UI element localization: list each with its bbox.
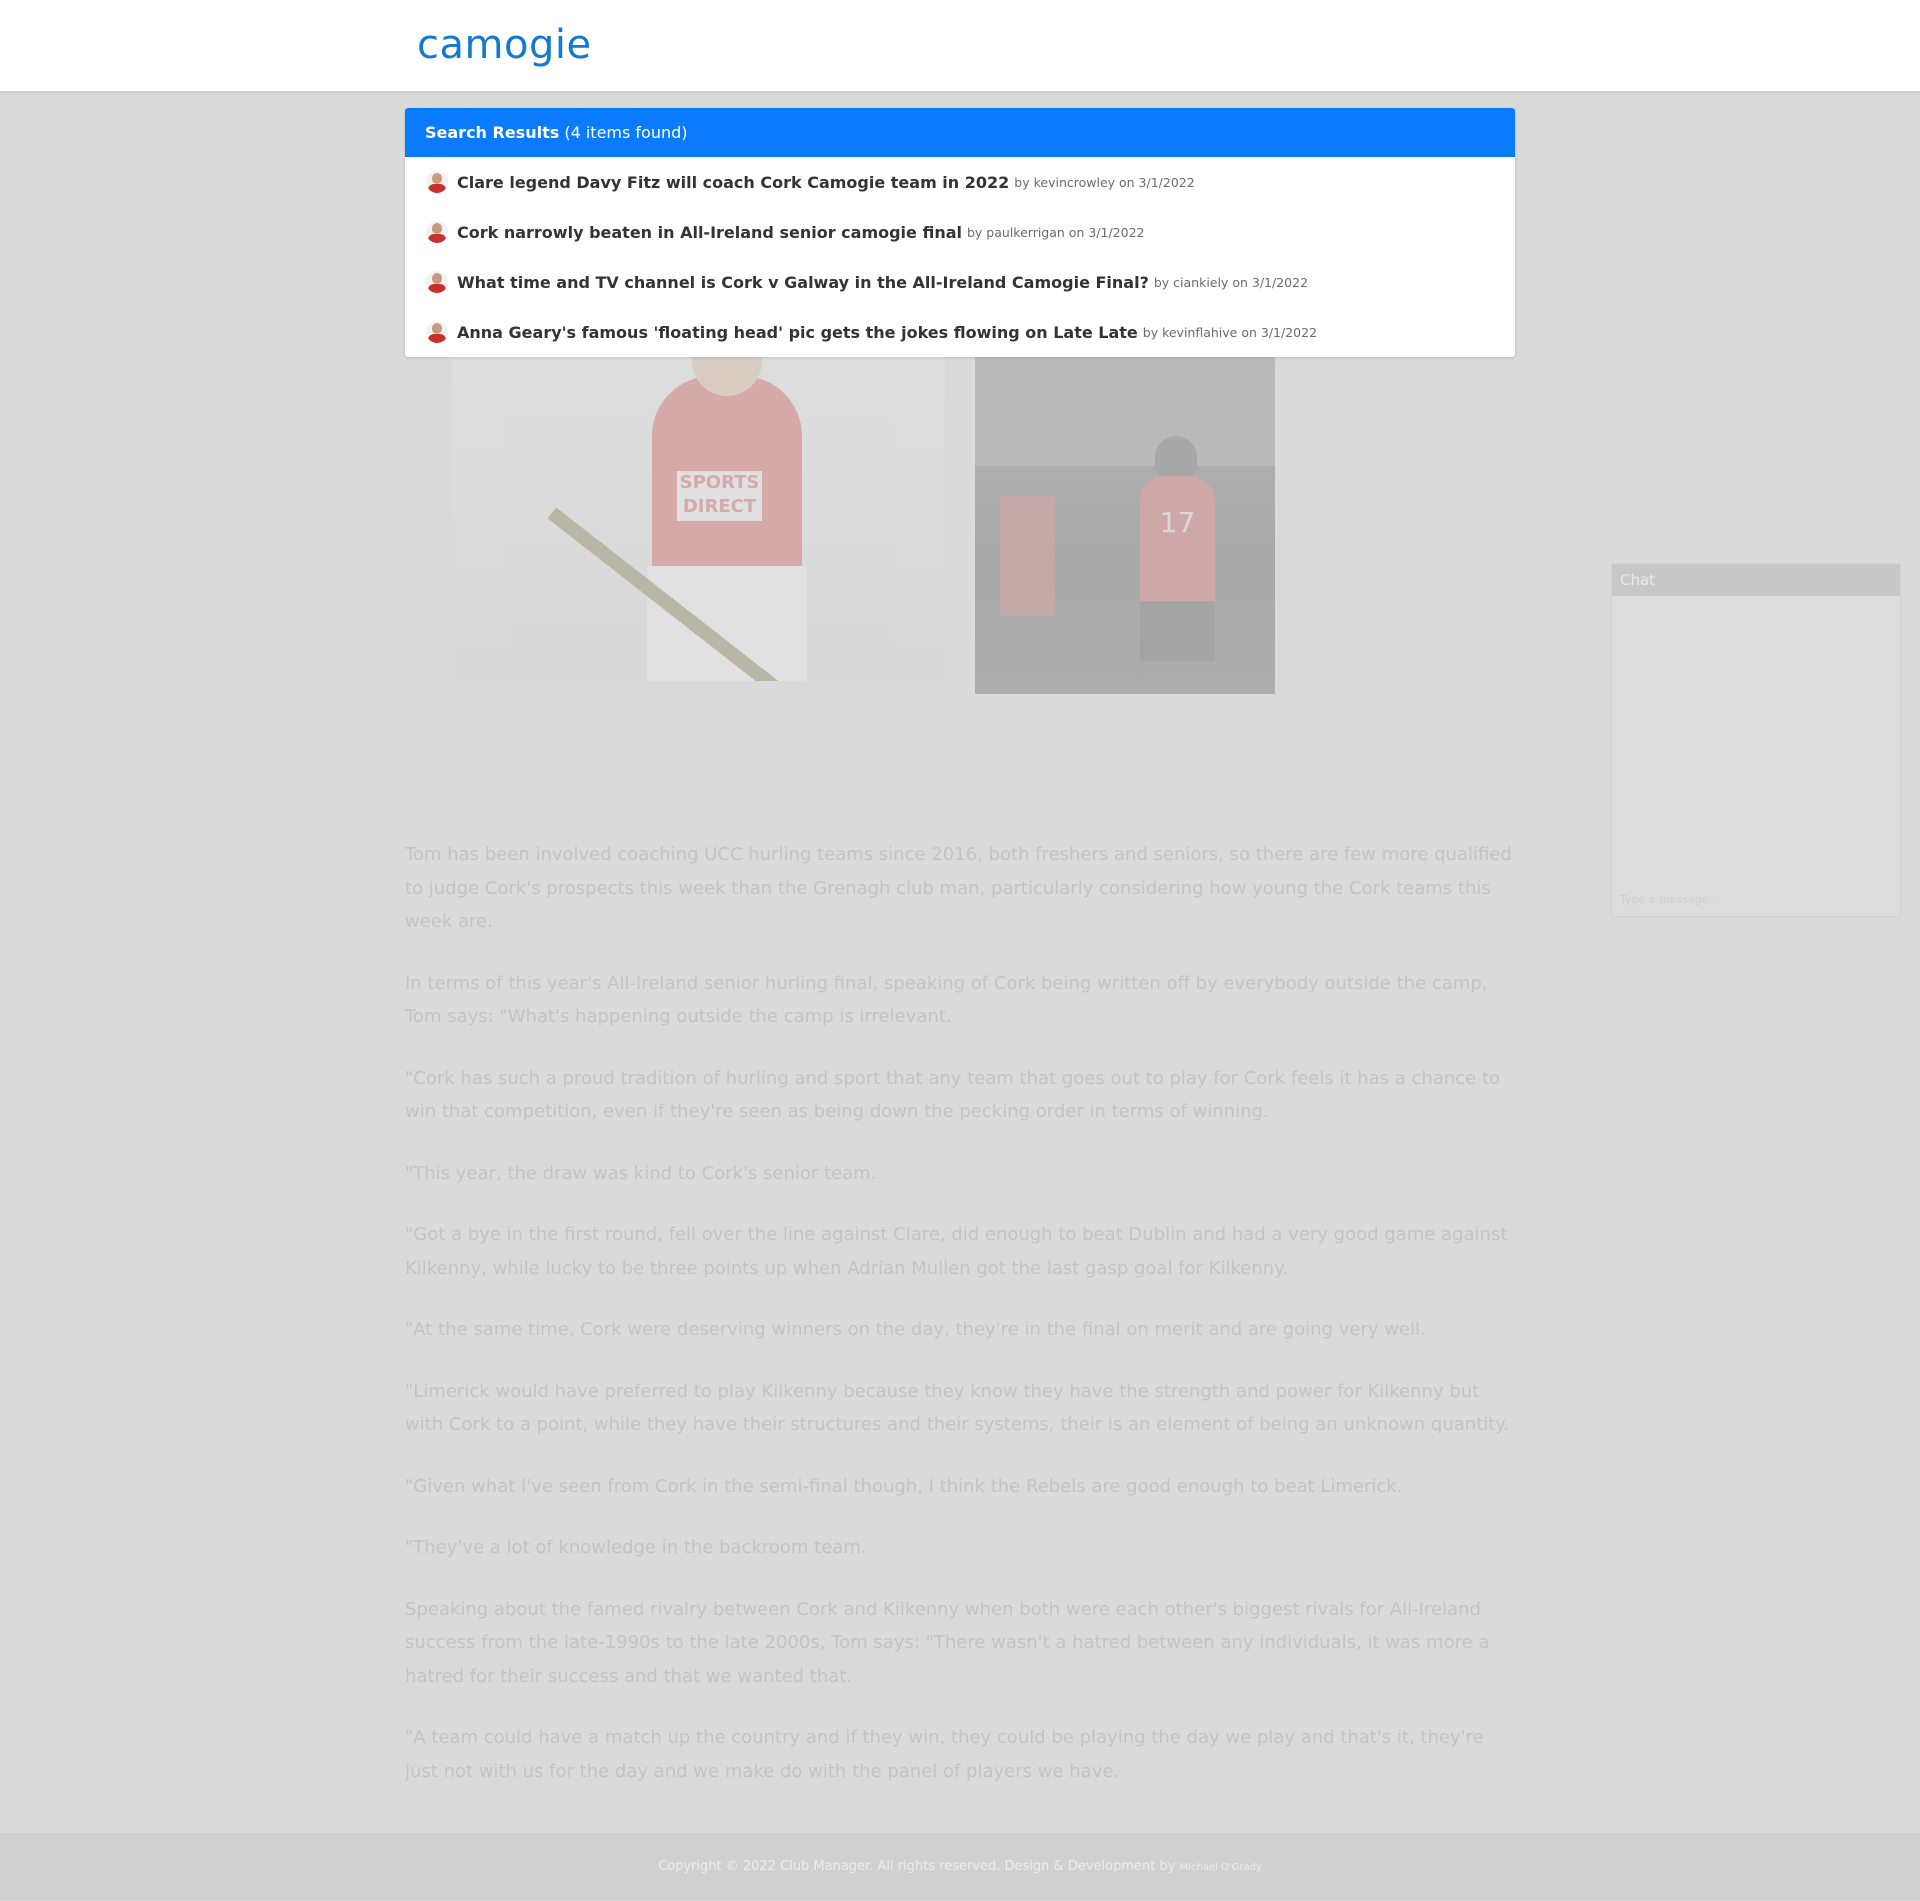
chat-message-input[interactable]: Type a message... (1620, 893, 1719, 906)
search-result-title[interactable]: Cork narrowly beaten in All-Ireland seni… (457, 223, 962, 242)
author-avatar (426, 321, 448, 343)
player-shorts (647, 566, 807, 681)
article-paragraph: "Limerick would have preferred to play K… (405, 1380, 1510, 1436)
article-paragraph: Tom has been involved coaching UCC hurli… (405, 844, 1512, 932)
search-results-header: Search Results (4 items found) (405, 108, 1515, 157)
search-results-panel: Search Results (4 items found) Clare leg… (405, 108, 1515, 357)
author-avatar (426, 221, 448, 243)
chat-title[interactable]: Chat (1612, 564, 1900, 596)
jersey-sponsor: SPORTS DIRECT (677, 471, 762, 521)
article-body: Tom has been involved coaching UCC hurli… (405, 838, 1515, 1816)
search-result-title[interactable]: Clare legend Davy Fitz will coach Cork C… (457, 173, 1009, 192)
jersey-number: 17 (1159, 506, 1196, 539)
player-shorts (1140, 601, 1215, 661)
top-navbar: camogie (0, 0, 1920, 92)
stadium-stand (975, 356, 1275, 466)
chat-panel: Chat Type a message... (1611, 563, 1901, 917)
player-figure (1000, 496, 1055, 616)
search-result-item[interactable]: Clare legend Davy Fitz will coach Cork C… (405, 157, 1515, 207)
search-result-meta: by kevincrowley on 3/1/2022 (1014, 174, 1195, 190)
article-image-1: SPORTS DIRECT (452, 356, 945, 681)
search-results-list: Clare legend Davy Fitz will coach Cork C… (405, 157, 1515, 357)
footer: Copyright © 2022 Club Manager. All right… (0, 1833, 1920, 1900)
search-results-title: Search Results (425, 123, 560, 142)
search-result-item[interactable]: Anna Geary's famous 'floating head' pic … (405, 307, 1515, 357)
footer-copyright: Copyright © 2022 Club Manager. All right… (658, 1859, 1176, 1874)
article-paragraph: "Given what I've seen from Cork in the s… (405, 1475, 1403, 1497)
site-logo[interactable]: camogie (417, 22, 592, 68)
search-result-meta: by kevinflahive on 3/1/2022 (1142, 324, 1318, 340)
article-paragraph: Speaking about the famed rivalry between… (405, 1598, 1490, 1687)
article-paragraph: "At the same time, Cork were deserving w… (405, 1319, 1426, 1340)
article-image-2: 17 (975, 356, 1275, 694)
article-paragraph: In terms of this year's All-Ireland seni… (405, 972, 1488, 1028)
search-result-meta: by paulkerrigan on 3/1/2022 (967, 224, 1145, 240)
search-result-title[interactable]: What time and TV channel is Cork v Galwa… (457, 273, 1149, 292)
article-paragraph: "They've a lot of knowledge in the backr… (405, 1537, 867, 1558)
player-figure: 17 (1140, 476, 1215, 606)
author-avatar (426, 171, 448, 193)
article-paragraph: "Cork has such a proud tradition of hurl… (405, 1067, 1501, 1123)
article-paragraph: "A team could have a match up the countr… (405, 1727, 1484, 1782)
search-result-meta: by ciankiely on 3/1/2022 (1153, 274, 1309, 290)
article-paragraph: "This year, the draw was kind to Cork's … (405, 1162, 877, 1184)
search-result-item[interactable]: Cork narrowly beaten in All-Ireland seni… (405, 207, 1515, 257)
search-result-item[interactable]: What time and TV channel is Cork v Galwa… (405, 257, 1515, 307)
author-avatar (426, 271, 448, 293)
search-results-count: (4 items found) (564, 123, 688, 142)
article-paragraph: "Got a bye in the first round, fell over… (405, 1224, 1508, 1279)
search-result-title[interactable]: Anna Geary's famous 'floating head' pic … (457, 323, 1138, 342)
footer-author-link[interactable]: Michael O'Grady (1180, 1862, 1262, 1873)
